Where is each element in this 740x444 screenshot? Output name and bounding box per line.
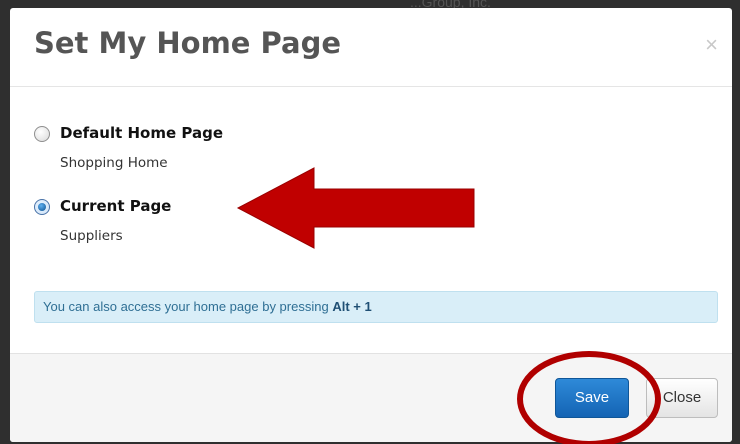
save-button[interactable]: Save <box>555 378 629 418</box>
info-alert: You can also access your home page by pr… <box>34 291 718 323</box>
default-home-page-label[interactable]: Default Home Page <box>60 124 223 142</box>
close-icon[interactable]: × <box>705 32 718 58</box>
dialog-body: Default Home Page Shopping Home Current … <box>10 87 732 353</box>
default-home-page-sublabel: Shopping Home <box>60 155 168 171</box>
dialog-footer: Save Close <box>10 353 732 442</box>
default-home-page-radio[interactable] <box>34 126 50 142</box>
set-home-page-dialog: Set My Home Page × Default Home Page Sho… <box>10 8 732 442</box>
info-text: You can also access your home page by pr… <box>43 299 372 314</box>
current-page-radio[interactable] <box>34 199 50 215</box>
info-prefix: You can also access your home page by pr… <box>43 299 333 314</box>
radio-selected-dot <box>38 203 46 211</box>
info-shortcut: Alt + 1 <box>332 299 372 314</box>
dialog-title: Set My Home Page <box>34 26 342 60</box>
current-page-label[interactable]: Current Page <box>60 197 171 215</box>
close-button[interactable]: Close <box>646 378 718 418</box>
dialog-header: Set My Home Page × <box>10 8 732 87</box>
current-page-sublabel: Suppliers <box>60 228 123 244</box>
